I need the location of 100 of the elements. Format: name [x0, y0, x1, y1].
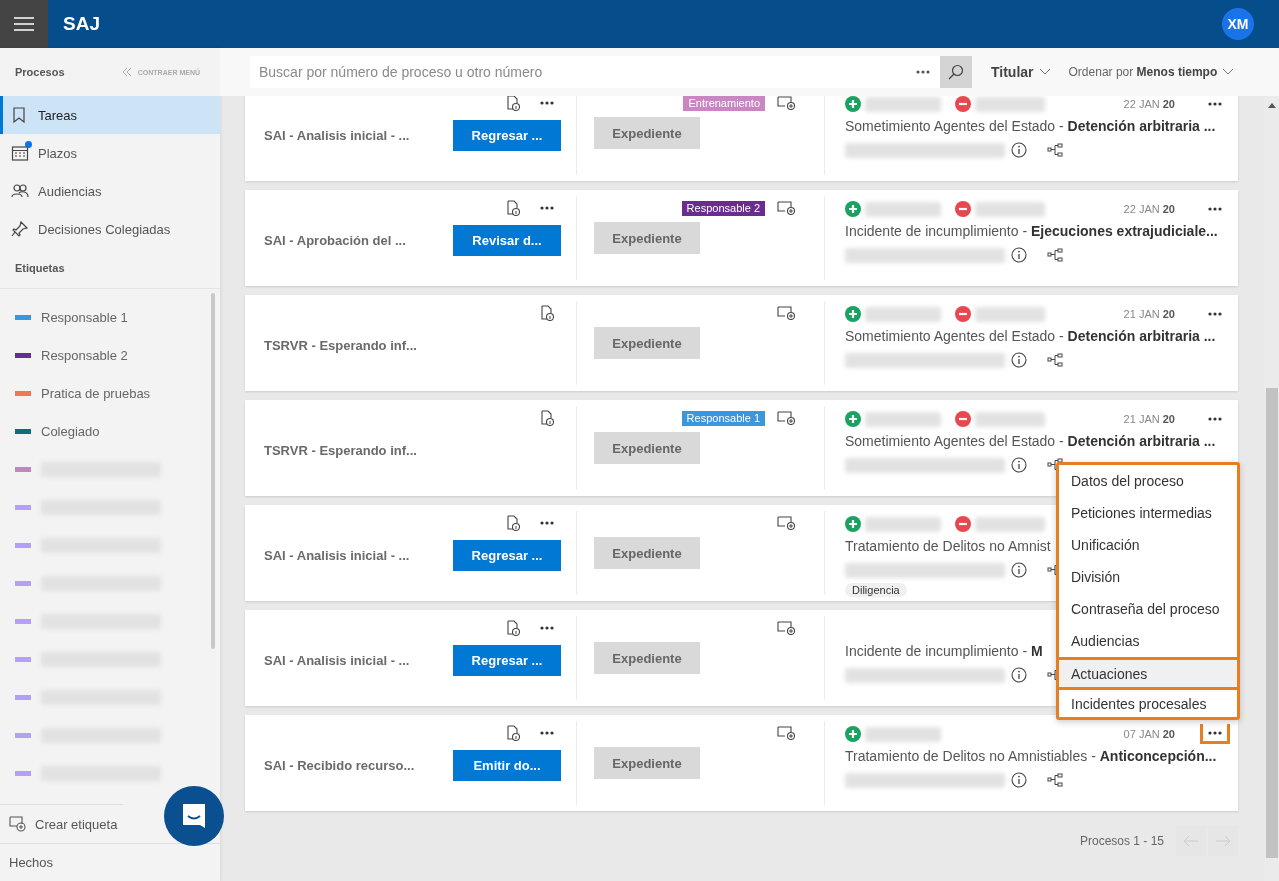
document-info-icon[interactable]: [506, 200, 520, 216]
menu-item[interactable]: División: [1059, 561, 1237, 593]
filter-dropdown[interactable]: Titular: [991, 64, 1050, 80]
scrollbar-thumb[interactable]: [1265, 388, 1278, 858]
minus-circle-icon: [955, 411, 971, 427]
date-text: 07 JAN 20: [1123, 728, 1175, 740]
plus-circle-icon: [845, 726, 861, 742]
document-info-icon[interactable]: [506, 96, 520, 111]
info-icon[interactable]: [1011, 562, 1027, 578]
hierarchy-icon[interactable]: [1047, 353, 1063, 367]
action-button[interactable]: Emitir do...: [453, 750, 561, 781]
date-text: 22 JAN 20: [1123, 203, 1175, 215]
label-item[interactable]: Colegiado: [41, 423, 100, 439]
menu-icon: [14, 17, 34, 31]
menu-item[interactable]: Incidentes procesales: [1059, 687, 1237, 717]
info-icon[interactable]: [1011, 667, 1027, 683]
nav-item[interactable]: Decisiones Colegiadas: [0, 210, 220, 248]
file-button[interactable]: Expediente: [594, 327, 700, 359]
document-info-icon[interactable]: [540, 305, 554, 321]
case-description: Tratamiento de Delitos no Amnistiables - Anticoncepción...: [845, 748, 1217, 764]
more-icon: [1208, 417, 1222, 421]
calendar-icon: [11, 144, 29, 162]
more-icon: [540, 521, 554, 525]
search-icon: [948, 64, 964, 80]
tag-chip: Diligencia: [845, 583, 907, 597]
hierarchy-icon[interactable]: [1047, 143, 1063, 157]
menu-button[interactable]: [0, 0, 48, 48]
page-range: Procesos 1 - 15: [1079, 834, 1164, 848]
document-info-icon[interactable]: [540, 410, 554, 426]
date-text: 21 JAN 20: [1123, 413, 1175, 425]
add-tag-icon[interactable]: [777, 726, 795, 740]
info-icon[interactable]: [1011, 772, 1027, 788]
info-icon[interactable]: [1011, 352, 1027, 368]
add-tag-icon[interactable]: [777, 516, 795, 530]
action-button[interactable]: Regresar ...: [453, 540, 561, 571]
hierarchy-icon[interactable]: [1047, 248, 1063, 262]
menu-item[interactable]: Datos del proceso: [1059, 465, 1237, 497]
document-info-icon[interactable]: [506, 515, 520, 531]
add-tag-icon[interactable]: [777, 201, 795, 215]
search-field[interactable]: Buscar por número de proceso u otro número: [250, 56, 910, 88]
blurred-text: [975, 516, 1045, 532]
info-icon[interactable]: [1011, 247, 1027, 263]
hierarchy-icon[interactable]: [1047, 458, 1063, 472]
file-button[interactable]: Expediente: [594, 432, 700, 464]
user-avatar[interactable]: XM: [1222, 8, 1254, 40]
label-item[interactable]: Responsable 1: [41, 309, 128, 325]
info-icon[interactable]: [1011, 457, 1027, 473]
document-info-icon[interactable]: [506, 620, 520, 636]
more-icon: [540, 206, 554, 210]
menu-item[interactable]: Peticiones intermedias: [1059, 497, 1237, 529]
label-item[interactable]: Responsable 2: [41, 347, 128, 363]
action-button[interactable]: Regresar ...: [453, 120, 561, 151]
people-icon: [11, 182, 29, 200]
file-button[interactable]: Expediente: [594, 222, 700, 254]
chat-button[interactable]: [164, 786, 224, 846]
task-title: TSRVR - Esperando inf...: [264, 338, 418, 353]
blurred-text: [975, 306, 1045, 322]
blurred-text: [975, 411, 1045, 427]
section-title: Procesos: [15, 66, 65, 78]
more-icon: [1208, 312, 1222, 316]
plus-circle-icon: [845, 201, 861, 217]
add-tag-icon[interactable]: [777, 411, 795, 425]
file-button[interactable]: Expediente: [594, 537, 700, 569]
menu-item[interactable]: Audiencias: [1059, 625, 1237, 657]
add-tag-icon[interactable]: [777, 96, 795, 110]
tag-label: Responsable 2: [681, 200, 765, 216]
menu-item[interactable]: Actuaciones: [1059, 657, 1237, 687]
add-tag-icon[interactable]: [777, 306, 795, 320]
menu-item[interactable]: Contraseña del proceso: [1059, 593, 1237, 625]
more-icon: [1208, 207, 1222, 211]
case-description: Incidente de incumplimiento - Ejecuciones extrajudiciale...: [845, 223, 1218, 239]
plus-circle-icon: [845, 516, 861, 532]
create-label-button[interactable]: Crear etiqueta: [0, 805, 124, 843]
menu-item[interactable]: Unificación: [1059, 529, 1237, 561]
nav-item[interactable]: Tareas: [0, 96, 220, 134]
chevron-down-icon: [1039, 69, 1050, 75]
hierarchy-icon[interactable]: [1047, 773, 1063, 787]
label-item[interactable]: Pratica de pruebas: [41, 385, 151, 401]
case-description: Tratamiento de Delitos no Amnist: [845, 538, 1051, 554]
nav-item[interactable]: Plazos: [0, 134, 220, 172]
file-button[interactable]: Expediente: [594, 117, 700, 149]
case-description: Sometimiento Agentes del Estado - Detención arbitraria ...: [845, 328, 1216, 344]
info-icon[interactable]: [1011, 142, 1027, 158]
chevron-down-icon: [1223, 69, 1234, 75]
scroll-up-icon[interactable]: [1267, 103, 1276, 108]
add-tag-icon[interactable]: [777, 621, 795, 635]
action-button[interactable]: Regresar ...: [453, 645, 561, 676]
arrow-left-icon: [1183, 835, 1199, 847]
document-info-icon[interactable]: [506, 725, 520, 741]
pin-icon: [11, 220, 29, 238]
scrollbar-thumb[interactable]: [211, 293, 215, 649]
task-title: SAI - Analisis inicial - ...: [264, 653, 411, 668]
plus-circle-icon: [845, 306, 861, 322]
sort-dropdown[interactable]: Ordenar por Menos tiempo: [1068, 65, 1234, 79]
file-button[interactable]: Expediente: [594, 747, 700, 779]
file-button[interactable]: Expediente: [594, 642, 700, 674]
nav-item[interactable]: Audiencias: [0, 172, 220, 210]
search-button[interactable]: [940, 56, 972, 88]
action-button[interactable]: Revisar d...: [453, 225, 561, 256]
minus-circle-icon: [955, 201, 971, 217]
